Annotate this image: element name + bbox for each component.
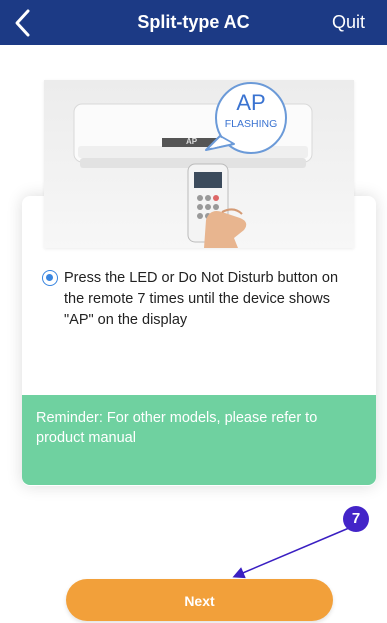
- page-title: Split-type AC: [137, 12, 250, 32]
- top-bar: Split-type AC Quit: [0, 0, 387, 45]
- radio-selected-icon[interactable]: [42, 270, 58, 286]
- next-button[interactable]: Next: [66, 579, 333, 621]
- ac-illustration-graphic: [73, 82, 313, 248]
- annotation-badge: 7: [343, 506, 369, 532]
- instruction-text: Press the LED or Do Not Disturb button o…: [64, 270, 339, 328]
- bubble-flashing-text: FLASHING: [224, 118, 278, 130]
- bubble-ap-text: AP: [236, 90, 266, 115]
- reminder-text: Reminder: For other models, please refer…: [36, 410, 318, 446]
- unit-display-text: AP: [186, 137, 198, 146]
- hand-icon: [204, 208, 247, 248]
- reminder-banner: Reminder: For other models, please refer…: [22, 395, 376, 485]
- quit-button[interactable]: Quit: [332, 12, 365, 33]
- ac-illustration: AP FLASHING AP: [44, 80, 354, 248]
